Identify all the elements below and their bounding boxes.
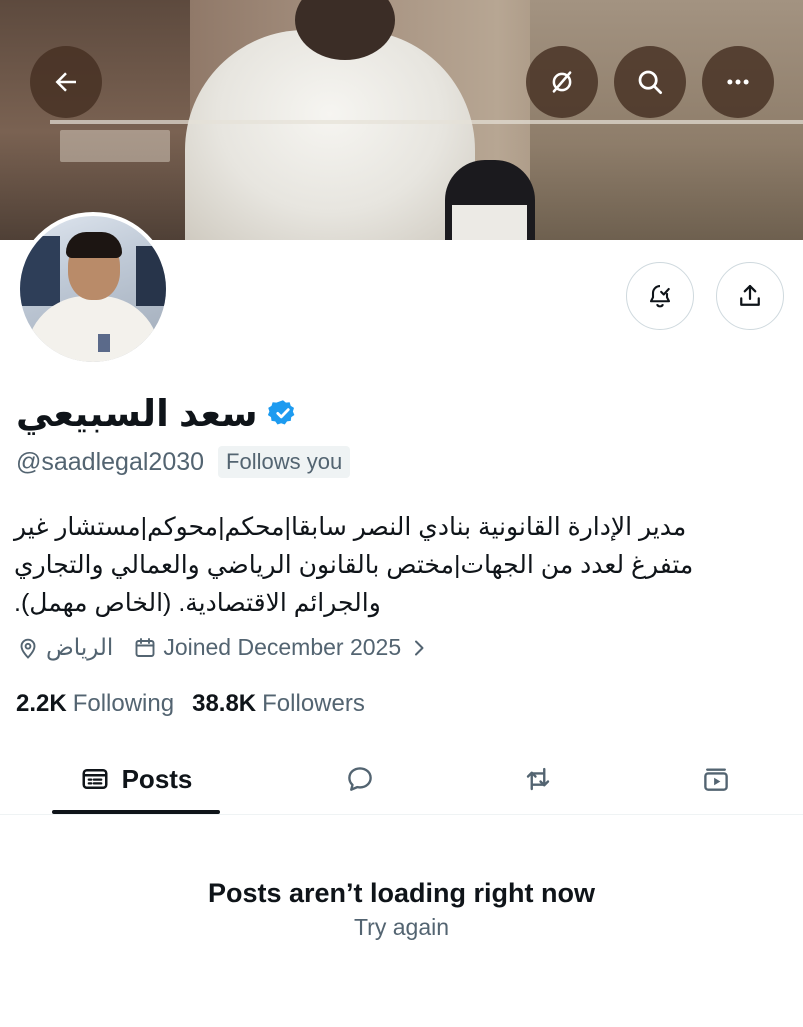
tab-posts-label: Posts (121, 763, 193, 794)
bio-line: مدير الإدارة القانونية بنادي النصر سابقا… (14, 513, 687, 541)
back-button[interactable] (30, 46, 102, 118)
following-label: Following (72, 690, 175, 717)
no-translate-button[interactable] (526, 46, 598, 118)
avatar-id-badge (98, 334, 110, 352)
chevron-right-icon[interactable] (407, 636, 431, 660)
tab-replies[interactable] (320, 744, 400, 814)
profile-location: الرياض (46, 634, 114, 660)
active-tab-indicator (52, 810, 220, 814)
search-button[interactable] (614, 46, 686, 118)
followers-label: Followers (262, 690, 365, 717)
share-profile-button[interactable] (716, 262, 784, 330)
more-button[interactable] (702, 46, 774, 118)
banner-shelf (60, 130, 170, 162)
bio-line: متفرغ لعدد من الجهات|مختص بالقانون الريا… (14, 551, 694, 579)
tab-reposts[interactable] (498, 744, 578, 814)
banner-person-background-shirt (452, 205, 527, 240)
calendar-icon (135, 637, 155, 657)
profile-name-row: سعد السبيعي (16, 388, 298, 438)
banner-glass-rail (50, 120, 803, 124)
profile-bio: مدير الإدارة القانونية بنادي النصر سابقا… (14, 508, 774, 622)
profile-tabs: Posts (0, 744, 803, 815)
tab-posts[interactable]: Posts (52, 744, 220, 814)
media-play-icon (704, 768, 728, 791)
profile-meta-row: الرياض Joined December 2025 (16, 634, 431, 661)
bell-check-icon (649, 285, 671, 308)
follows-you-badge: Follows you (218, 446, 351, 478)
profile-stats: 2.2K Following 38.8K Followers (16, 690, 365, 718)
avatar-background-right (136, 246, 166, 306)
posts-icon (82, 769, 108, 789)
repost-icon (526, 767, 550, 791)
profile-banner[interactable] (0, 0, 803, 240)
location-pin-icon (20, 638, 36, 659)
reply-bubble-icon (348, 767, 372, 791)
search-icon (638, 70, 662, 94)
followers-link[interactable]: 38.8K Followers (192, 690, 365, 718)
profile-handle: @saadlegal2030 (16, 447, 205, 476)
try-again-link[interactable]: Try again (0, 914, 803, 941)
no-translate-icon (552, 71, 572, 93)
profile-joined-date: Joined December 2025 (163, 634, 402, 660)
bio-line: والجرائم الاقتصادية. (الخاص مهمل). (14, 589, 381, 617)
followers-count: 38.8K (192, 690, 257, 717)
following-count: 2.2K (16, 690, 67, 717)
profile-avatar[interactable] (16, 212, 170, 366)
share-icon (740, 284, 760, 306)
profile-handle-row: @saadlegal2030 Follows you (16, 446, 351, 478)
arrow-left-icon (55, 72, 76, 92)
notifications-button[interactable] (626, 262, 694, 330)
more-icon (727, 79, 749, 85)
avatar-body (26, 296, 160, 362)
avatar-hair (66, 232, 122, 258)
empty-state-title: Posts aren’t loading right now (207, 878, 596, 908)
following-link[interactable]: 2.2K Following (16, 690, 174, 718)
banner-person (185, 30, 475, 240)
profile-display-name: سعد السبيعي (16, 392, 258, 434)
verified-badge-icon[interactable] (267, 398, 298, 428)
avatar-background-left (20, 236, 60, 306)
tab-media[interactable] (676, 744, 756, 814)
